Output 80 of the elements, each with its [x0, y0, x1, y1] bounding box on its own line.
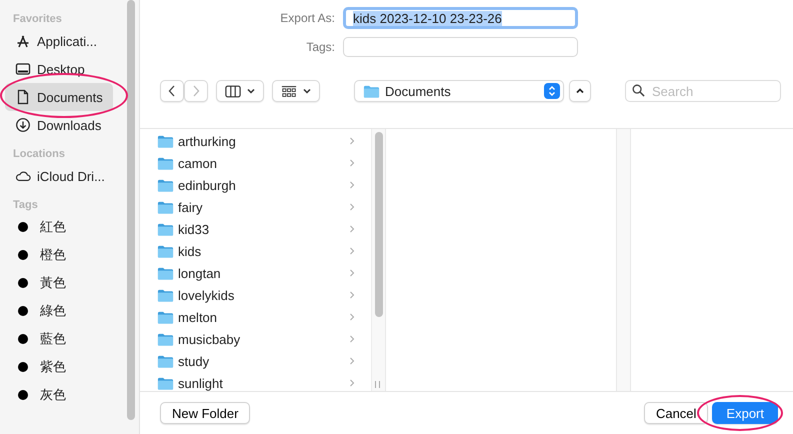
folder-icon	[157, 310, 174, 324]
sidebar-item[interactable]: 黃色	[5, 269, 113, 297]
back-icon	[167, 84, 177, 98]
caret-up-icon	[575, 87, 585, 95]
chevron-icon	[349, 378, 355, 388]
chevron-icon	[349, 246, 355, 256]
sidebar-item[interactable]: 紅色	[5, 213, 113, 241]
sidebar-item[interactable]: Downloads	[5, 111, 113, 139]
chevron-icon	[349, 268, 355, 278]
folder-row[interactable]: edinburgh	[140, 174, 371, 196]
folder-row[interactable]: camon	[140, 152, 371, 174]
chevron-icon	[349, 312, 355, 322]
chevron-icon	[349, 334, 355, 344]
sidebar-item[interactable]: 藍色	[5, 325, 113, 353]
section-heading: Tags	[12, 198, 39, 212]
folder-icon	[363, 84, 380, 98]
document-icon	[15, 89, 31, 105]
chevron-icon	[349, 202, 355, 212]
search-icon	[632, 84, 645, 97]
export-button[interactable]: Export	[712, 402, 778, 424]
folder-icon	[157, 156, 174, 170]
desktop-icon	[15, 61, 31, 77]
sidebar-item[interactable]: iCloud Dri...	[5, 162, 113, 190]
tags-field[interactable]	[343, 37, 578, 57]
column-resize-handle[interactable]	[375, 381, 380, 388]
forward-icon	[191, 84, 201, 98]
expand-button[interactable]	[569, 80, 591, 102]
location-popup[interactable]: Documents	[354, 80, 564, 102]
folder-row[interactable]: lovelykids	[140, 284, 371, 306]
folder-icon	[157, 354, 174, 368]
export-name-field[interactable]: kids 2023-12-10 23-23-26	[343, 7, 578, 29]
export-as-label: Export As:	[279, 11, 336, 25]
chevron-icon	[349, 136, 355, 146]
caret-icon	[302, 87, 312, 95]
sidebar-item[interactable]: 橙色	[5, 241, 113, 269]
folder-row[interactable]: longtan	[140, 262, 371, 284]
chevron-icon	[349, 290, 355, 300]
chevron-icon	[349, 224, 355, 234]
folder-row[interactable]: sunlight	[140, 372, 371, 391]
scrollbar-thumb[interactable]	[374, 132, 382, 317]
tags-label: Tags:	[305, 40, 336, 54]
folder-icon	[157, 244, 174, 258]
sidebar-item[interactable]: 紫色	[5, 353, 113, 381]
folder-row[interactable]: melton	[140, 306, 371, 328]
section-heading: Favorites	[12, 12, 63, 26]
chevron-icon	[349, 356, 355, 366]
folder-row[interactable]: musicbaby	[140, 328, 371, 350]
column-view-button[interactable]	[216, 80, 264, 102]
folder-icon	[157, 200, 174, 214]
folder-icon	[157, 376, 174, 390]
group-button[interactable]	[272, 80, 320, 102]
sidebar-item[interactable]: 綠色	[5, 297, 113, 325]
chevron-icon	[349, 158, 355, 168]
sidebar-item[interactable]: 灰色	[5, 381, 113, 409]
sidebar-item[interactable]: Applicati...	[5, 27, 113, 55]
folder-icon	[157, 134, 174, 148]
section-heading: Locations	[12, 147, 66, 161]
chevron-icon	[349, 180, 355, 190]
folder-row[interactable]: fairy	[140, 196, 371, 218]
caret-icon	[246, 87, 256, 95]
folder-icon	[157, 222, 174, 236]
columns-icon	[224, 84, 240, 98]
applications-icon	[15, 33, 31, 49]
grid-icon	[280, 84, 296, 98]
search-field[interactable]: Search	[625, 80, 781, 102]
folder-row[interactable]: study	[140, 350, 371, 372]
cancel-button[interactable]: Cancel	[644, 402, 708, 424]
stepper-icon	[544, 83, 560, 99]
new-folder-button[interactable]: New Folder	[160, 402, 250, 424]
folder-row[interactable]: arthurking	[140, 130, 371, 152]
folder-row[interactable]: kids	[140, 240, 371, 262]
folder-icon	[157, 332, 174, 346]
back-button[interactable]	[160, 80, 184, 102]
download-icon	[15, 117, 31, 133]
folder-icon	[157, 266, 174, 280]
folder-icon	[157, 288, 174, 302]
sidebar-item[interactable]: Documents	[5, 83, 113, 111]
scrollbar-thumb[interactable]	[127, 0, 135, 420]
folder-icon	[157, 178, 174, 192]
folder-row[interactable]: kid33	[140, 218, 371, 240]
